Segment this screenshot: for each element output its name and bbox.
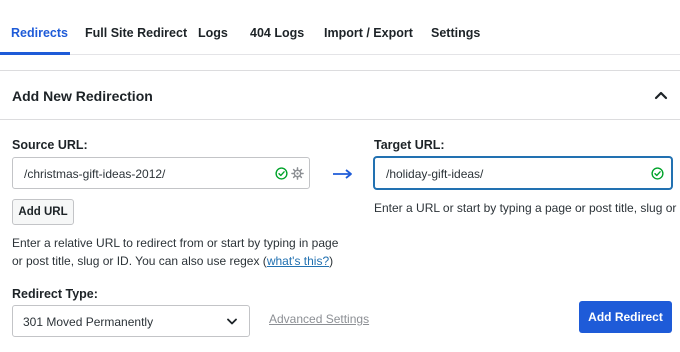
target-url-help: Enter a URL or start by typing a page or… [374,201,680,215]
tab-import-export[interactable]: Import / Export [324,26,413,40]
tab-404-logs[interactable]: 404 Logs [250,26,304,40]
advanced-settings-link[interactable]: Advanced Settings [269,312,369,326]
source-help-line-1: Enter a relative URL to redirect from or… [12,236,339,250]
redirect-type-value: 301 Moved Permanently [23,315,154,329]
chevron-up-icon[interactable] [654,90,668,100]
redirect-type-select[interactable]: 301 Moved Permanently [12,305,250,337]
chevron-down-icon [227,318,237,325]
redirect-type-label: Redirect Type: [12,287,98,301]
tab-divider [0,54,680,55]
tab-redirects[interactable]: Redirects [11,26,68,40]
source-help-text: or post title, slug or ID. You can also … [12,254,267,268]
arrow-right-icon [333,169,352,179]
target-url-field[interactable]: /holiday-gift-ideas/ [374,157,672,189]
active-tab-indicator [0,52,70,55]
target-url-value[interactable]: /holiday-gift-ideas/ [386,167,483,181]
panel-header[interactable]: Add New Redirection [0,71,680,120]
gear-icon[interactable] [291,167,304,180]
source-url-value[interactable]: /christmas-gift-ideas-2012/ [24,167,165,181]
add-redirect-button[interactable]: Add Redirect [579,301,672,333]
tab-settings[interactable]: Settings [431,26,480,40]
source-help-suffix: ) [329,254,334,268]
source-url-field[interactable]: /christmas-gift-ideas-2012/ [12,157,310,189]
source-help-line-2: or post title, slug or ID. You can also … [12,252,338,270]
check-circle-icon [651,167,664,180]
add-url-button[interactable]: Add URL [12,199,74,225]
tab-logs[interactable]: Logs [198,26,228,40]
check-circle-icon [275,167,288,180]
regex-help-link[interactable]: what's this? [267,254,329,268]
panel-title: Add New Redirection [12,88,153,104]
source-url-label: Source URL: [12,138,88,152]
source-url-help: Enter a relative URL to redirect from or… [12,234,338,270]
nav-tabs: Redirects Full Site Redirect Logs 404 Lo… [0,0,680,71]
target-url-label: Target URL: [374,138,445,152]
tab-full-site-redirect[interactable]: Full Site Redirect [85,26,187,40]
